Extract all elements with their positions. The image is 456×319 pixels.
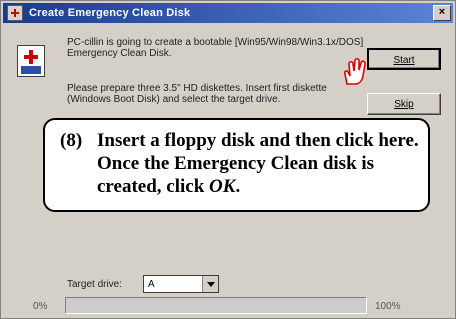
chevron-down-icon[interactable] xyxy=(202,276,218,292)
target-drive-label: Target drive: xyxy=(67,279,123,290)
instruction-callout: (8) Insert a floppy disk and then click … xyxy=(43,118,430,212)
callout-step-number: (8) xyxy=(60,130,83,151)
callout-emphasis: OK xyxy=(209,176,236,197)
description-paragraph-2: Please prepare three 3.5" HD diskettes. … xyxy=(67,83,327,105)
description-paragraph-1: PC-cillin is going to create a bootable … xyxy=(67,37,364,59)
progress-bar xyxy=(65,297,367,314)
start-button-label: Start xyxy=(393,55,415,66)
dialog-window: Create Emergency Clean Disk × PC-cillin … xyxy=(0,0,456,319)
callout-text-part2: . xyxy=(235,176,241,197)
progress-start-label: 0% xyxy=(33,301,48,312)
title-bar: Create Emergency Clean Disk × xyxy=(3,3,453,23)
progress-end-label: 100% xyxy=(375,301,401,312)
target-drive-select[interactable]: A xyxy=(143,275,219,293)
start-button[interactable]: Start xyxy=(367,48,441,70)
callout-text: Insert a floppy disk and then click here… xyxy=(97,129,422,198)
callout-text-part1: Insert a floppy disk and then click here… xyxy=(97,130,419,197)
emergency-disk-icon xyxy=(17,45,45,77)
skip-button[interactable]: Skip xyxy=(367,93,441,115)
medical-cross-icon xyxy=(7,5,23,21)
hand-pointer-icon xyxy=(344,57,366,85)
target-drive-value: A xyxy=(148,279,155,290)
window-title: Create Emergency Clean Disk xyxy=(29,7,191,19)
skip-button-label: Skip xyxy=(394,99,414,110)
floppy-disk-icon xyxy=(21,66,41,74)
close-button[interactable]: × xyxy=(433,5,451,21)
